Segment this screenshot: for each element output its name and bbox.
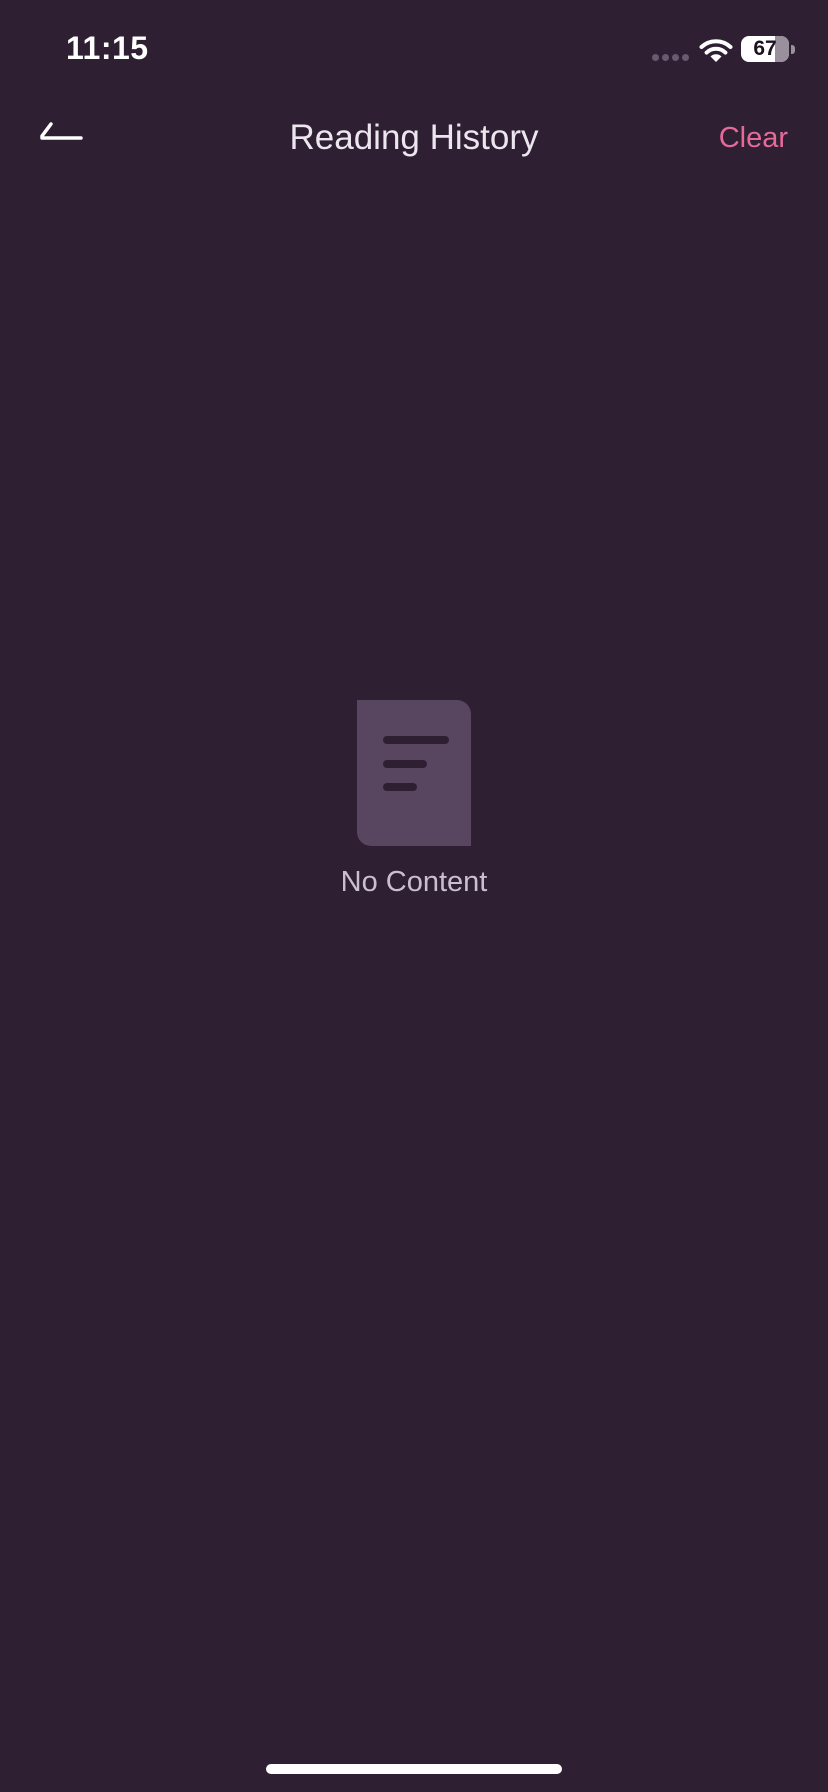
home-indicator[interactable] <box>266 1764 562 1774</box>
empty-message: No Content <box>340 866 488 898</box>
status-time: 11:15 <box>66 30 149 66</box>
document-icon <box>357 700 471 846</box>
clear-button[interactable]: Clear <box>719 122 788 155</box>
page-title: Reading History <box>289 118 539 157</box>
cellular-signal-icon <box>652 54 689 61</box>
navigation-bar: Reading History Clear <box>0 100 828 180</box>
battery-nub <box>791 45 795 54</box>
battery-percent: 67 <box>753 37 777 60</box>
wifi-icon <box>699 39 733 62</box>
back-button[interactable] <box>30 116 90 164</box>
battery-icon: 67 <box>741 36 789 62</box>
back-arrow-icon <box>40 122 83 140</box>
empty-state: No Content <box>0 700 828 899</box>
status-bar: 11:15 67 <box>0 0 828 100</box>
